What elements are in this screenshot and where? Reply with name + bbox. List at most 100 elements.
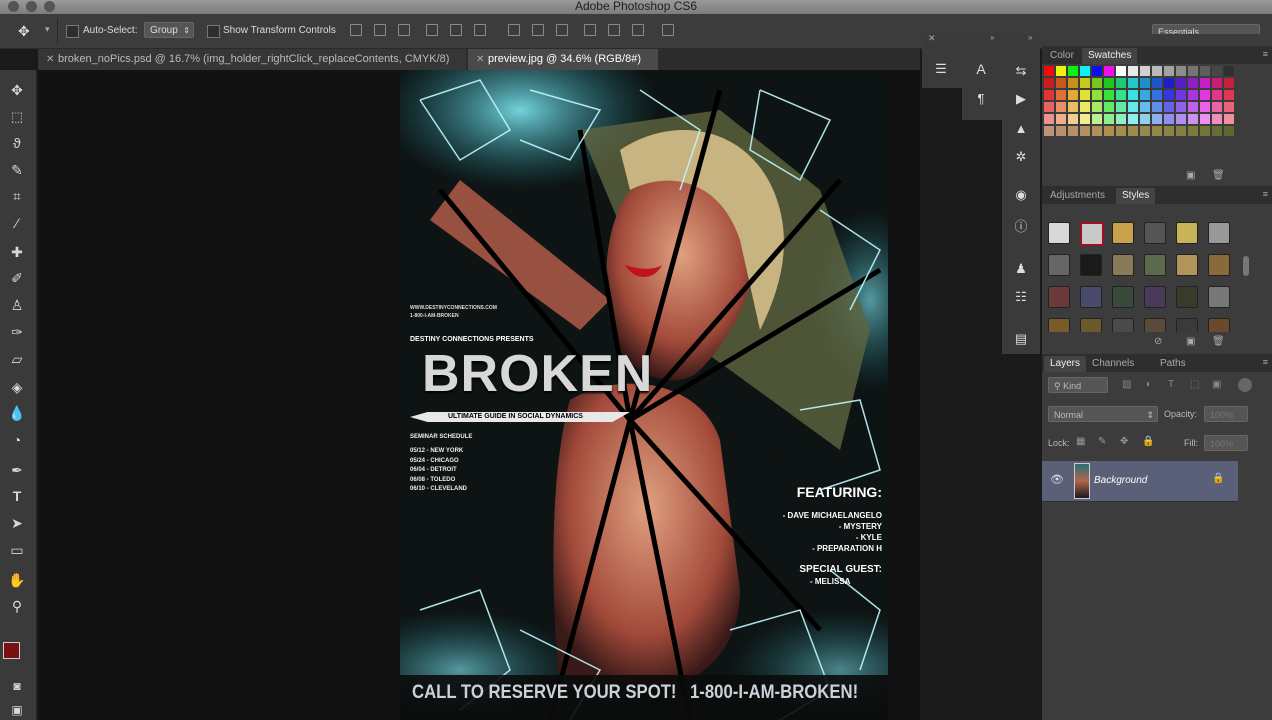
swatch[interactable] xyxy=(1068,126,1078,136)
swatch[interactable] xyxy=(1152,102,1162,112)
move-tool-preset-icon[interactable]: ✥ xyxy=(18,23,30,40)
swatch[interactable] xyxy=(1152,90,1162,100)
swatch[interactable] xyxy=(1188,102,1198,112)
delete-swatch-icon[interactable]: 🗑 xyxy=(1212,170,1225,181)
visibility-eye-icon[interactable]: 👁 xyxy=(1050,473,1064,486)
swatch[interactable] xyxy=(1044,66,1054,76)
lasso-tool-icon[interactable]: ϑ xyxy=(6,133,28,153)
swatch[interactable] xyxy=(1056,90,1066,100)
swatch[interactable] xyxy=(1104,90,1114,100)
rectangle-tool-icon[interactable]: ▭ xyxy=(6,540,28,560)
style-swatch[interactable] xyxy=(1112,286,1134,308)
panel-menu-icon[interactable]: ≡ xyxy=(1263,357,1268,367)
tab-adjustments[interactable]: Adjustments xyxy=(1044,188,1111,204)
swatch[interactable] xyxy=(1104,78,1114,88)
swatch[interactable] xyxy=(1200,90,1210,100)
filter-toggle[interactable] xyxy=(1238,378,1252,392)
style-swatch[interactable] xyxy=(1048,222,1070,244)
swatch[interactable] xyxy=(1176,126,1186,136)
pen-tool-icon[interactable]: ✒ xyxy=(6,460,28,480)
filter-type-icon[interactable]: T xyxy=(1168,379,1174,390)
swatch[interactable] xyxy=(1092,78,1102,88)
swatch[interactable] xyxy=(1104,114,1114,124)
properties-icon[interactable]: ☷ xyxy=(1012,288,1030,306)
swatch[interactable] xyxy=(1068,90,1078,100)
history-panel-icon[interactable]: ☰ xyxy=(932,60,950,78)
swatch[interactable] xyxy=(1224,78,1234,88)
delete-style-icon[interactable]: 🗑 xyxy=(1212,336,1225,347)
swatch[interactable] xyxy=(1092,66,1102,76)
clear-style-icon[interactable]: ⊘ xyxy=(1154,336,1162,347)
swatch[interactable] xyxy=(1104,66,1114,76)
swatch[interactable] xyxy=(1176,90,1186,100)
character-panel-icon[interactable]: A xyxy=(972,60,990,78)
swatch[interactable] xyxy=(1200,78,1210,88)
fill-input[interactable]: 100% xyxy=(1204,435,1248,451)
swatch[interactable] xyxy=(1080,66,1090,76)
swatch[interactable] xyxy=(1116,78,1126,88)
swatch[interactable] xyxy=(1068,78,1078,88)
swatch[interactable] xyxy=(1140,78,1150,88)
crop-tool-icon[interactable]: ⌗ xyxy=(6,186,28,206)
close-tab-icon[interactable]: ✕ xyxy=(476,49,488,70)
swatch[interactable] xyxy=(1056,126,1066,136)
info-icon[interactable]: ⓘ xyxy=(1012,218,1030,236)
align-left-icon[interactable] xyxy=(426,24,438,36)
swatch[interactable] xyxy=(1116,102,1126,112)
swatch[interactable] xyxy=(1104,126,1114,136)
swatch[interactable] xyxy=(1116,114,1126,124)
swatch[interactable] xyxy=(1224,102,1234,112)
style-swatch[interactable] xyxy=(1208,318,1230,332)
filter-smart-object-icon[interactable]: ▣ xyxy=(1212,379,1221,390)
swatch[interactable] xyxy=(1212,90,1222,100)
style-swatch[interactable] xyxy=(1112,254,1134,276)
swatch[interactable] xyxy=(1176,102,1186,112)
swatch[interactable] xyxy=(1224,126,1234,136)
style-swatch[interactable] xyxy=(1080,222,1104,246)
swatch[interactable] xyxy=(1044,90,1054,100)
styles-scrollbar[interactable] xyxy=(1243,256,1249,276)
paint-bucket-tool-icon[interactable]: ◈ xyxy=(6,377,28,397)
zoom-tool-icon[interactable]: ⚲ xyxy=(6,596,28,616)
new-swatch-icon[interactable]: ▣ xyxy=(1186,170,1195,181)
new-style-icon[interactable]: ▣ xyxy=(1186,336,1195,347)
tool-presets-icon[interactable]: ⇆ xyxy=(1012,62,1030,80)
swatch[interactable] xyxy=(1092,102,1102,112)
swatch[interactable] xyxy=(1212,66,1222,76)
swatch[interactable] xyxy=(1092,114,1102,124)
swatch[interactable] xyxy=(1092,90,1102,100)
minimize-window-icon[interactable] xyxy=(26,1,37,12)
tab-paths[interactable]: Paths xyxy=(1154,356,1192,372)
tab-preview-jpg[interactable]: ✕ preview.jpg @ 34.6% (RGB/8#) xyxy=(468,49,658,70)
show-transform-checkbox[interactable] xyxy=(207,25,220,38)
swatch[interactable] xyxy=(1152,66,1162,76)
swatch[interactable] xyxy=(1200,126,1210,136)
blend-mode-dropdown[interactable]: Normal ⇕ xyxy=(1048,406,1158,422)
paragraph-panel-icon[interactable]: ¶ xyxy=(972,90,990,108)
hand-tool-icon[interactable]: ✋ xyxy=(6,570,28,590)
swatch[interactable] xyxy=(1128,66,1138,76)
swatch[interactable] xyxy=(1152,114,1162,124)
swatch[interactable] xyxy=(1044,126,1054,136)
swatch[interactable] xyxy=(1164,90,1174,100)
swatch[interactable] xyxy=(1224,90,1234,100)
align-top-icon[interactable] xyxy=(350,24,362,36)
style-swatch[interactable] xyxy=(1144,254,1166,276)
swatch[interactable] xyxy=(1068,66,1078,76)
style-swatch[interactable] xyxy=(1208,286,1230,308)
swatch[interactable] xyxy=(1080,90,1090,100)
blur-tool-icon[interactable]: 💧 xyxy=(6,403,28,423)
eraser-tool-icon[interactable]: ▱ xyxy=(6,349,28,369)
swatch[interactable] xyxy=(1164,126,1174,136)
zoom-window-icon[interactable] xyxy=(44,1,55,12)
swatch[interactable] xyxy=(1188,90,1198,100)
auto-align-icon[interactable] xyxy=(662,24,674,36)
style-swatch[interactable] xyxy=(1176,318,1198,332)
history-brush-tool-icon[interactable]: ✑ xyxy=(6,322,28,342)
swatch[interactable] xyxy=(1188,114,1198,124)
auto-select-target-dropdown[interactable]: Group ⇕ xyxy=(144,22,194,38)
clone-stamp-tool-icon[interactable]: ♙ xyxy=(6,295,28,315)
style-swatch[interactable] xyxy=(1208,222,1230,244)
swatch[interactable] xyxy=(1140,102,1150,112)
tab-layers[interactable]: Layers xyxy=(1044,356,1087,372)
